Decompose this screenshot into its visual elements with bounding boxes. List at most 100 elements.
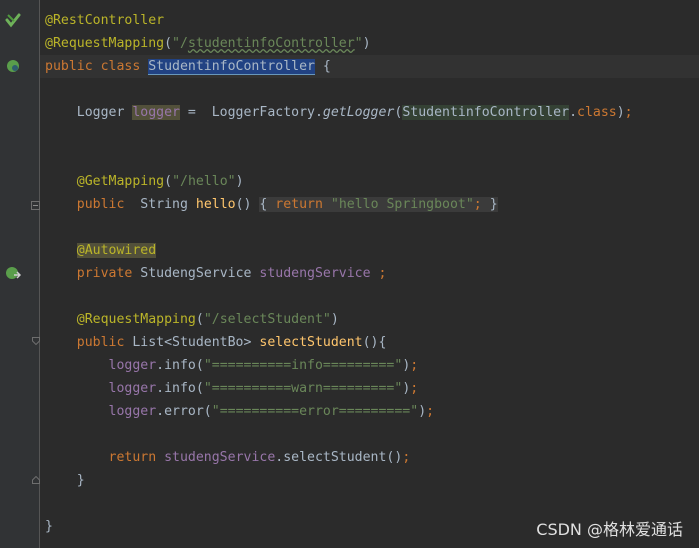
code-token: ; — [410, 381, 419, 396]
code-line[interactable]: logger.info("==========warn========="); — [45, 377, 699, 400]
code-token: ( — [195, 312, 204, 327]
code-token: studengService — [259, 266, 371, 281]
code-token: public — [76, 197, 141, 212]
code-token: studengService — [164, 450, 276, 465]
code-token: "/ — [172, 36, 188, 51]
code-token: "/hello" — [172, 174, 236, 189]
code-token: ) — [362, 36, 371, 51]
code-token: public class — [45, 59, 149, 74]
code-token: ; — [473, 197, 482, 212]
code-token: . — [569, 105, 578, 120]
code-token: ; — [624, 105, 633, 120]
code-line[interactable]: @RequestMapping("/studentinfoController"… — [45, 32, 699, 55]
code-line[interactable]: public String hello() { return "hello Sp… — [45, 193, 699, 216]
code-token: (){ — [362, 335, 387, 350]
code-token: ) — [616, 105, 625, 120]
code-editor[interactable]: @RestController @RequestMapping("/student… — [45, 9, 699, 538]
code-token: } — [45, 473, 85, 488]
code-token: } — [481, 197, 498, 212]
code-token: @RequestMapping — [45, 36, 165, 51]
code-line[interactable]: public List<StudentBo> selectStudent(){ — [45, 331, 699, 354]
code-token: } — [45, 519, 53, 534]
code-line[interactable]: public class StudentinfoController { — [45, 55, 699, 78]
code-line[interactable]: Logger logger = LoggerFactory.getLogger(… — [45, 101, 699, 124]
code-token: return — [108, 450, 165, 465]
fold-marker-icon[interactable] — [31, 201, 40, 210]
code-line[interactable]: return studengService.selectStudent(); — [45, 446, 699, 469]
code-token: logger — [108, 358, 157, 373]
code-token: selectStudent — [259, 335, 363, 350]
fold-marker-icon[interactable] — [32, 476, 40, 484]
code-token: ( — [164, 174, 173, 189]
code-token: ; — [426, 404, 435, 419]
code-token: class — [577, 105, 617, 120]
code-token: hello — [195, 197, 236, 212]
code-token: "/selectStudent" — [203, 312, 331, 327]
code-token: StudentinfoController — [148, 59, 315, 75]
code-line[interactable]: } — [45, 469, 699, 492]
code-token: ; — [410, 358, 419, 373]
code-line[interactable]: logger.error("==========error=========")… — [45, 400, 699, 423]
code-token: String — [140, 197, 196, 212]
code-token: "hello Springboot" — [330, 197, 474, 212]
code-line[interactable]: @RestController — [45, 9, 699, 32]
code-token: logger — [132, 105, 180, 120]
code-line[interactable] — [45, 423, 699, 446]
code-line[interactable] — [45, 147, 699, 170]
code-token: ( — [164, 36, 173, 51]
code-token: StudentinfoController — [402, 105, 570, 120]
code-token: "==========error=========" — [211, 404, 419, 419]
code-line[interactable]: @GetMapping("/hello") — [45, 170, 699, 193]
spring-bean-icon[interactable] — [5, 58, 21, 74]
code-token: "==========warn=========" — [203, 381, 403, 396]
code-token: ; — [370, 266, 387, 281]
code-token: public — [76, 335, 133, 350]
code-token: StudengService — [140, 266, 260, 281]
code-token: () — [235, 197, 260, 212]
code-token: @RequestMapping — [76, 312, 196, 327]
code-line[interactable] — [45, 78, 699, 101]
code-line[interactable]: @Autowired — [45, 239, 699, 262]
code-token: logger — [108, 381, 157, 396]
code-token: @GetMapping — [76, 174, 165, 189]
code-token: { — [259, 197, 276, 212]
code-line[interactable] — [45, 124, 699, 147]
code-line[interactable]: @RequestMapping("/selectStudent") — [45, 308, 699, 331]
code-token: = LoggerFactory. — [179, 105, 323, 120]
code-line[interactable] — [45, 216, 699, 239]
code-token: "==========info=========" — [203, 358, 403, 373]
code-token: getLogger — [322, 105, 395, 120]
spring-bean-icon[interactable] — [5, 12, 21, 28]
code-token: studentinfoController — [187, 36, 355, 51]
code-token: logger — [108, 404, 157, 419]
code-line[interactable] — [45, 492, 699, 515]
code-token: ) — [235, 174, 244, 189]
code-line[interactable]: logger.info("==========info========="); — [45, 354, 699, 377]
gutter-divider — [39, 0, 40, 548]
code-token: ; — [402, 450, 411, 465]
watermark: CSDN @格林爱通话 — [536, 520, 683, 539]
code-token: Logger — [45, 105, 133, 120]
code-line[interactable] — [45, 285, 699, 308]
code-token: " — [354, 36, 363, 51]
code-token: .info( — [156, 381, 204, 396]
code-token: @RestController — [45, 13, 165, 28]
code-token: .error( — [156, 404, 212, 419]
fold-marker-icon[interactable] — [32, 337, 40, 345]
code-token: ) — [330, 312, 339, 327]
code-token: List<StudentBo> — [132, 335, 260, 350]
code-line[interactable]: private StudengService studengService ; — [45, 262, 699, 285]
code-token: .info( — [156, 358, 204, 373]
autowired-bean-icon[interactable] — [5, 265, 21, 281]
code-token: { — [314, 59, 331, 74]
